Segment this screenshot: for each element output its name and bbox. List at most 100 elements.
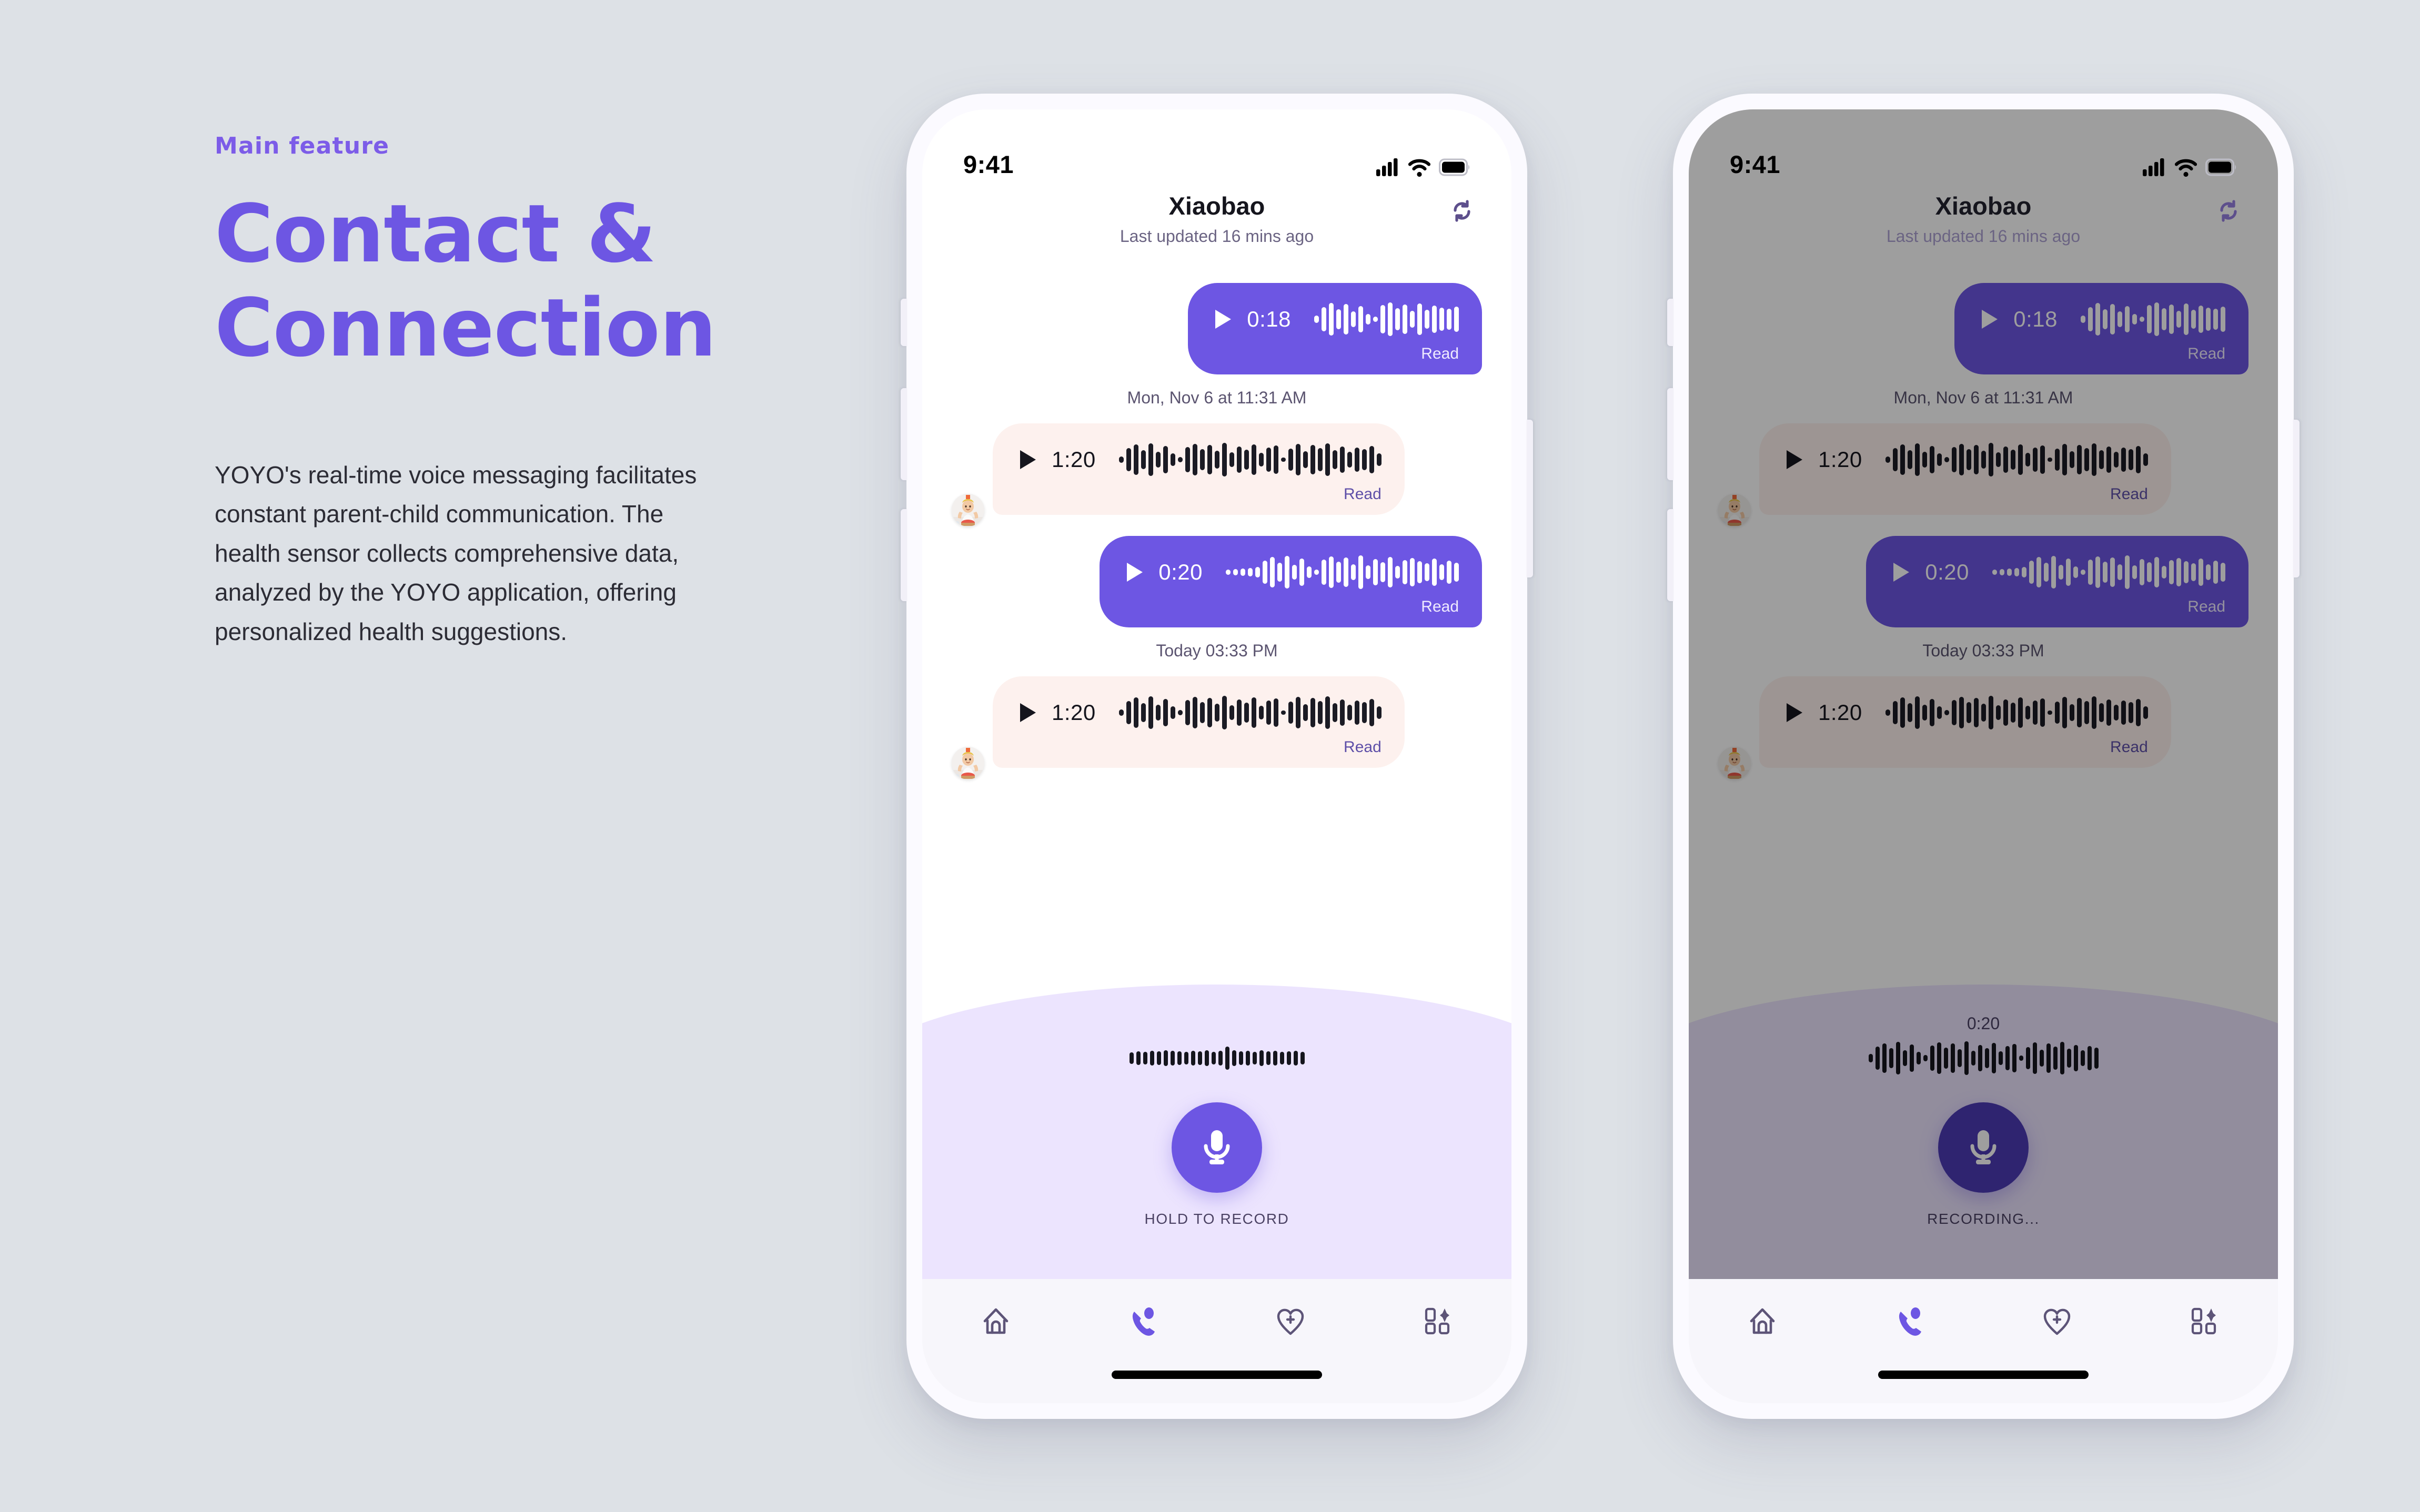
voice-message-content: 0:20 <box>1893 554 2225 591</box>
play-icon[interactable] <box>1020 450 1036 469</box>
phone-call-icon <box>1129 1306 1157 1338</box>
voice-message-bubble[interactable]: 1:20 Read <box>993 423 1405 515</box>
record-button[interactable] <box>1172 1102 1262 1193</box>
home-icon <box>1748 1306 1777 1338</box>
description-paragraph: YOYO's real-time voice messaging facilit… <box>215 461 697 645</box>
message-row: 1:20 Read <box>1718 423 2248 526</box>
status-icons <box>2143 158 2237 179</box>
play-icon[interactable] <box>1787 450 1802 469</box>
record-button[interactable] <box>1938 1102 2029 1193</box>
tab-home[interactable] <box>1689 1297 1836 1347</box>
last-updated-label: Last updated 16 mins ago <box>1886 227 2081 246</box>
heart-plus-icon <box>1276 1306 1305 1338</box>
waveform[interactable] <box>1885 441 2148 478</box>
bottom-tab-bar <box>1689 1279 2278 1403</box>
voice-message-content: 1:20 <box>1020 441 1382 478</box>
waveform[interactable] <box>1226 554 1459 591</box>
refresh-button[interactable] <box>2213 196 2245 228</box>
phone-screen: 9:41 Xiaobao Last updated 16 mins ago 0:18 R… <box>922 109 1511 1403</box>
status-badge: Read <box>1421 598 1459 615</box>
tab-more[interactable] <box>1364 1297 1511 1347</box>
waveform[interactable] <box>1992 554 2225 591</box>
battery-icon <box>2205 158 2237 178</box>
voice-message-bubble[interactable]: 0:20 Read <box>1100 536 1482 627</box>
mute-switch[interactable] <box>1667 299 1673 346</box>
message-row: 0:20 Read <box>1718 536 2248 627</box>
mute-switch[interactable] <box>901 299 907 346</box>
waveform[interactable] <box>2081 301 2225 338</box>
waveform[interactable] <box>1118 694 1382 731</box>
status-bar: 9:41 <box>1689 109 2278 188</box>
message-row: 0:20 Read <box>952 536 1482 627</box>
tab-contact[interactable] <box>1070 1297 1217 1347</box>
volume-down-button[interactable] <box>1667 509 1673 601</box>
waveform[interactable] <box>1118 441 1382 478</box>
status-badge: Read <box>2110 738 2148 756</box>
refresh-button[interactable] <box>1446 196 1479 228</box>
tab-contact[interactable] <box>1836 1297 1983 1347</box>
contact-name: Xiaobao <box>1168 192 1265 220</box>
power-button[interactable] <box>1527 420 1533 577</box>
play-icon[interactable] <box>1893 563 1910 582</box>
play-icon[interactable] <box>1127 563 1143 582</box>
waveform[interactable] <box>1314 301 1459 338</box>
eyebrow-label: Main feature <box>215 133 390 159</box>
power-button[interactable] <box>2293 420 2300 577</box>
tab-health[interactable] <box>1217 1297 1364 1347</box>
voice-message-bubble[interactable]: 1:20 Read <box>1759 676 2171 768</box>
home-icon <box>982 1306 1010 1338</box>
status-time: 9:41 <box>963 150 1014 178</box>
status-badge: Read <box>2187 345 2225 362</box>
message-row: 0:18 Read <box>952 283 1482 374</box>
play-icon[interactable] <box>1215 310 1232 329</box>
record-panel: 0:20 RECORDING... <box>1689 985 2278 1279</box>
microphone-icon <box>1197 1125 1236 1170</box>
volume-down-button[interactable] <box>901 509 907 601</box>
bottom-tab-bar <box>922 1279 1511 1403</box>
message-row: 1:20 Read <box>952 423 1482 526</box>
tab-more[interactable] <box>2131 1297 2278 1347</box>
message-row: 1:20 Read <box>952 676 1482 779</box>
phone-call-icon <box>1895 1306 1924 1338</box>
conversation-timestamp: Mon, Nov 6 at 11:31 AM <box>1893 388 2073 407</box>
play-icon[interactable] <box>1982 310 1998 329</box>
tab-home[interactable] <box>922 1297 1070 1347</box>
voice-duration: 0:18 <box>1247 307 1291 331</box>
voice-duration: 1:20 <box>1052 700 1096 725</box>
live-waveform <box>1129 1039 1305 1077</box>
play-icon[interactable] <box>1020 703 1036 722</box>
voice-message-content: 0:18 <box>1982 301 2225 338</box>
home-indicator[interactable] <box>1112 1371 1322 1379</box>
waveform[interactable] <box>1885 694 2148 731</box>
voice-duration: 0:18 <box>2013 307 2058 331</box>
grid-sparkle-icon <box>1424 1306 1452 1338</box>
volume-up-button[interactable] <box>901 388 907 480</box>
voice-message-bubble[interactable]: 0:20 Read <box>1866 536 2248 627</box>
headline-line-2: Connection <box>215 281 717 375</box>
record-hint-label: RECORDING... <box>1927 1211 2040 1227</box>
volume-up-button[interactable] <box>1667 388 1673 480</box>
live-waveform <box>1868 1039 2099 1077</box>
voice-message-bubble[interactable]: 0:18 Read <box>1954 283 2248 374</box>
status-badge: Read <box>1344 738 1382 756</box>
refresh-icon <box>1450 198 1475 226</box>
phone-screen: 9:41 Xiaobao Last updated 16 mins ago 0:18 R… <box>1689 109 2278 1403</box>
voice-duration: 1:20 <box>1052 447 1096 472</box>
phone-idle: 9:41 Xiaobao Last updated 16 mins ago 0:18 R… <box>901 94 1533 1419</box>
voice-message-content: 1:20 <box>1020 694 1382 731</box>
record-hint-label: HOLD TO RECORD <box>1144 1211 1289 1227</box>
voice-duration: 1:20 <box>1818 700 1862 725</box>
home-indicator[interactable] <box>1878 1371 2089 1379</box>
tab-health[interactable] <box>1983 1297 2131 1347</box>
voice-message-bubble[interactable]: 1:20 Read <box>1759 423 2171 515</box>
contact-name: Xiaobao <box>1935 192 2032 220</box>
chat-header: Xiaobao Last updated 16 mins ago <box>1689 188 2278 267</box>
status-badge: Read <box>2110 485 2148 503</box>
voice-message-bubble[interactable]: 1:20 Read <box>993 676 1405 768</box>
status-badge: Read <box>2187 598 2225 615</box>
voice-message-content: 0:20 <box>1127 554 1459 591</box>
status-badge: Read <box>1344 485 1382 503</box>
voice-duration: 0:20 <box>1158 560 1203 584</box>
play-icon[interactable] <box>1787 703 1802 722</box>
voice-message-bubble[interactable]: 0:18 Read <box>1188 283 1482 374</box>
